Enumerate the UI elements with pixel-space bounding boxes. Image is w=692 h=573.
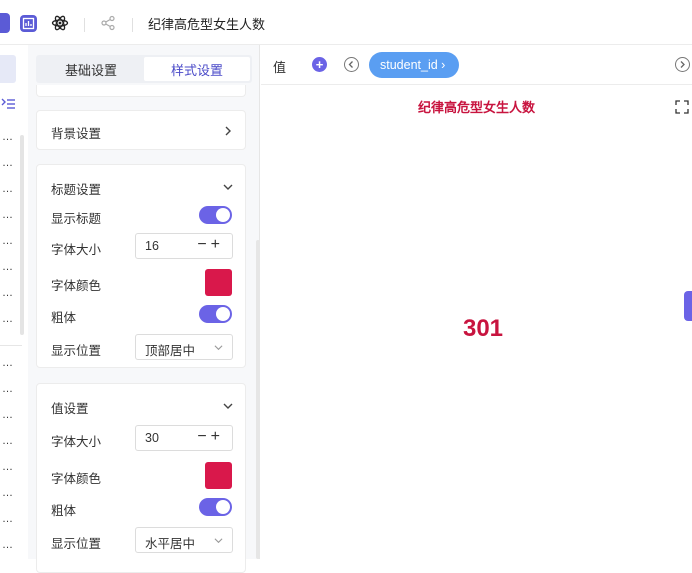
metric-value: 301: [462, 315, 504, 342]
square-icon[interactable]: [0, 13, 10, 33]
value-position-label: 显示位置: [51, 537, 102, 551]
add-field-button[interactable]: +: [312, 57, 327, 72]
value-position-value: 水平居中: [145, 537, 196, 551]
field-pill-student-id[interactable]: student_id ›: [369, 52, 460, 78]
active-field-item[interactable]: [0, 55, 16, 83]
field-more[interactable]: …: [2, 287, 13, 299]
field-more[interactable]: …: [2, 409, 13, 421]
field-more[interactable]: …: [2, 487, 13, 499]
chart-icon[interactable]: [18, 13, 38, 33]
card-title: 纪律高危型女生人数: [417, 100, 535, 115]
title-bold-label: 粗体: [51, 311, 77, 325]
chevron-down-icon: [214, 538, 223, 544]
value-bold-label: 粗体: [51, 504, 77, 518]
field-more[interactable]: …: [2, 313, 13, 325]
field-pill-arrow: ›: [441, 58, 446, 72]
field-more[interactable]: …: [2, 209, 13, 221]
preview-area: 值 + student_id › 纪律高危型女生人数 301: [261, 45, 692, 559]
value-settings-header: 值设置: [51, 402, 89, 416]
value-position-select[interactable]: 水平居中: [135, 527, 233, 553]
value-settings-card: 值设置 字体大小 30 −+ 字体颜色 粗体 显示位置 水平居中: [36, 383, 246, 573]
divider: [84, 18, 85, 32]
field-more[interactable]: …: [2, 131, 13, 143]
divider: [132, 18, 133, 32]
title-font-size-stepper[interactable]: 16 −+: [135, 233, 233, 259]
value-font-color-label: 字体颜色: [51, 472, 102, 486]
scrollbar[interactable]: [20, 135, 24, 335]
stepper-buttons[interactable]: −+: [197, 428, 224, 446]
title-position-value: 顶部居中: [145, 344, 196, 358]
sort-icon[interactable]: [0, 97, 16, 114]
chevron-down-icon[interactable]: [223, 182, 233, 192]
field-more[interactable]: …: [2, 383, 13, 395]
field-more[interactable]: …: [2, 235, 13, 247]
background-settings-label: 背景设置: [51, 127, 102, 141]
fullscreen-icon[interactable]: [675, 100, 689, 114]
show-title-label: 显示标题: [51, 212, 102, 226]
top-toolbar: 纪律高危型女生人数: [0, 0, 692, 45]
field-more[interactable]: …: [2, 357, 13, 369]
value-bold-toggle[interactable]: [199, 498, 232, 516]
field-more[interactable]: …: [2, 539, 13, 551]
divider: [0, 345, 22, 346]
title-position-select[interactable]: 顶部居中: [135, 334, 233, 360]
share-icon[interactable]: [98, 13, 118, 33]
title-settings-header: 标题设置: [51, 183, 102, 197]
chevron-right-icon[interactable]: [223, 126, 233, 136]
value-label: 值: [273, 60, 287, 75]
field-pill-label: student_id: [380, 58, 438, 72]
title-position-label: 显示位置: [51, 344, 102, 358]
value-font-size-stepper[interactable]: 30 −+: [135, 425, 233, 451]
scrollbar[interactable]: [256, 240, 260, 559]
field-more[interactable]: …: [2, 157, 13, 169]
chevron-down-icon: [214, 345, 223, 351]
value-font-size-value[interactable]: 30: [145, 431, 159, 445]
page-title: 纪律高危型女生人数: [148, 17, 266, 32]
title-font-color-swatch[interactable]: [205, 269, 232, 296]
background-settings-card[interactable]: 背景设置: [36, 110, 246, 150]
title-font-color-label: 字体颜色: [51, 279, 102, 293]
settings-tabs: 基础设置 样式设置: [36, 55, 252, 83]
show-title-toggle[interactable]: [199, 206, 232, 224]
title-settings-card: 标题设置 显示标题 字体大小 16 −+ 字体颜色 粗体 显示位置 顶部居中: [36, 164, 246, 368]
collapsed-card: [36, 85, 246, 97]
scroll-left-button[interactable]: [344, 57, 359, 72]
chevron-left-icon: [348, 61, 353, 68]
field-more[interactable]: …: [2, 183, 13, 195]
field-more[interactable]: …: [2, 513, 13, 525]
field-more[interactable]: …: [2, 461, 13, 473]
field-list-strip: … … … … … … … … … … … … … … … …: [0, 45, 24, 559]
title-bold-toggle[interactable]: [199, 305, 232, 323]
title-font-size-value[interactable]: 16: [145, 239, 159, 253]
tab-basic-settings[interactable]: 基础设置: [38, 57, 144, 81]
chevron-down-icon[interactable]: [223, 401, 233, 411]
stepper-buttons[interactable]: −+: [197, 236, 224, 254]
style-settings-panel: 基础设置 样式设置 背景设置 标题设置 显示标题 字体大小 16 −+ 字体颜色…: [28, 45, 260, 573]
scroll-right-button[interactable]: [675, 57, 690, 72]
value-font-size-label: 字体大小: [51, 435, 102, 449]
chevron-right-icon: [680, 61, 685, 68]
side-drawer-handle[interactable]: [684, 291, 692, 321]
value-font-color-swatch[interactable]: [205, 462, 232, 489]
title-font-size-label: 字体大小: [51, 243, 102, 257]
field-more[interactable]: …: [2, 261, 13, 273]
field-more[interactable]: …: [2, 435, 13, 447]
value-field-bar: 值 + student_id ›: [261, 45, 692, 85]
atom-icon[interactable]: [50, 13, 70, 33]
tab-style-settings[interactable]: 样式设置: [144, 57, 250, 81]
